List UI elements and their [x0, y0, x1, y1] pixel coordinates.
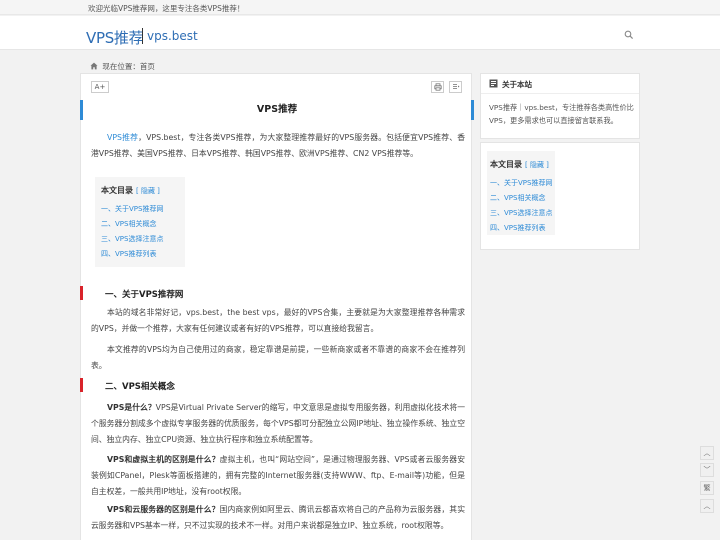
- sidebar-toc-hide-link[interactable]: [ 隐藏 ]: [525, 161, 549, 169]
- toc-item[interactable]: 一、关于VPS推荐网: [101, 202, 179, 217]
- about-widget-title: 关于本站: [502, 80, 532, 89]
- section2-paragraph-1: VPS是什么？VPS是Virtual Private Server的缩写，中文意…: [91, 403, 465, 444]
- intro-paragraph: VPS推荐，VPS.best，专注各类VPS推荐，为大家整理推荐最好的VPS服务…: [91, 133, 465, 158]
- article-title-bar: VPS推荐: [80, 100, 474, 120]
- intro-link[interactable]: VPS推荐: [107, 133, 138, 142]
- scroll-down-button[interactable]: ﹀: [700, 463, 714, 477]
- toc-item[interactable]: 三、VPS选择注意点: [101, 232, 179, 247]
- list-icon: [452, 84, 459, 89]
- sidebar-toc: 本文目录[ 隐藏 ] 一、关于VPS推荐网 二、VPS相关概念 三、VPS选择注…: [487, 151, 555, 235]
- sidebar-toc-item[interactable]: 一、关于VPS推荐网: [490, 176, 552, 191]
- sidebar-toc-item[interactable]: 三、VPS选择注意点: [490, 206, 552, 221]
- sidebar-toc-title: 本文目录[ 隐藏 ]: [490, 160, 549, 169]
- print-icon: [433, 83, 442, 91]
- toc-item[interactable]: 四、VPS推荐列表: [101, 247, 179, 262]
- toc-title: 本文目录[ 隐藏 ]: [101, 186, 160, 195]
- print-button[interactable]: [431, 81, 444, 93]
- breadcrumb-home-link[interactable]: 首页: [140, 62, 155, 71]
- back-to-top-button[interactable]: ︿: [700, 499, 714, 513]
- about-widget-text: VPS推荐｜vps.best，专注推荐各类高性价比VPS，更多需求也可以直接留言…: [489, 103, 634, 125]
- about-widget: 关于本站 VPS推荐｜vps.best，专注推荐各类高性价比VPS，更多需求也可…: [480, 73, 640, 139]
- section-heading-concepts: 二、VPS相关概念: [80, 378, 473, 392]
- site-logo-sub[interactable]: vps.best: [147, 29, 198, 43]
- article-panel: A+ VPS推荐 VPS推荐，VPS.best，专注各类VPS推荐，为大家整理推…: [80, 73, 474, 540]
- toc-toggle-button[interactable]: [449, 81, 462, 93]
- section1-paragraph-1: 本站的域名非常好记，vps.best，the best vps，最好的VPS合集…: [91, 308, 465, 333]
- traditional-chinese-button[interactable]: 繁: [700, 481, 714, 495]
- section1-paragraph-2: 本文推荐的VPS均为自己使用过的商家，稳定靠谱是前提，一些新商家或者不靠谱的商家…: [91, 345, 465, 370]
- section2-paragraph-2: VPS和虚拟主机的区别是什么？虚拟主机，也叫“网站空间”，是通过物理服务器、VP…: [91, 455, 465, 496]
- info-icon: [489, 79, 498, 88]
- toc-item[interactable]: 二、VPS相关概念: [101, 217, 179, 232]
- toc-hide-link[interactable]: [ 隐藏 ]: [136, 187, 160, 195]
- top-bar: 欢迎光临VPS推荐网，这里专注各类VPS推荐！: [0, 0, 720, 15]
- home-icon: [90, 62, 98, 70]
- section2-paragraph-3: VPS和云服务器的区别是什么？国内商家例如阿里云、腾讯云都喜欢将自己的产品称为云…: [91, 505, 465, 530]
- site-logo[interactable]: VPS推荐: [86, 27, 144, 48]
- site-header: VPS推荐 vps.best: [0, 16, 720, 50]
- font-size-button[interactable]: A+: [91, 81, 109, 93]
- logo-divider: [142, 28, 143, 44]
- sidebar-toc-item[interactable]: 二、VPS相关概念: [490, 191, 552, 206]
- search-icon[interactable]: [624, 30, 634, 40]
- breadcrumb: 现在位置：首页: [90, 61, 155, 72]
- article-title: VPS推荐: [256, 104, 298, 115]
- welcome-text: 欢迎光临VPS推荐网，这里专注各类VPS推荐！: [88, 4, 245, 13]
- section-heading-about: 一、关于VPS推荐网: [80, 286, 473, 300]
- breadcrumb-label: 现在位置：: [102, 62, 140, 71]
- sidebar-toc-item[interactable]: 四、VPS推荐列表: [490, 221, 552, 236]
- article-toc: 本文目录[ 隐藏 ] 一、关于VPS推荐网 二、VPS相关概念 三、VPS选择注…: [95, 177, 185, 267]
- sidebar-toc-widget: 本文目录[ 隐藏 ] 一、关于VPS推荐网 二、VPS相关概念 三、VPS选择注…: [480, 142, 640, 250]
- scroll-up-button[interactable]: ︿: [700, 446, 714, 460]
